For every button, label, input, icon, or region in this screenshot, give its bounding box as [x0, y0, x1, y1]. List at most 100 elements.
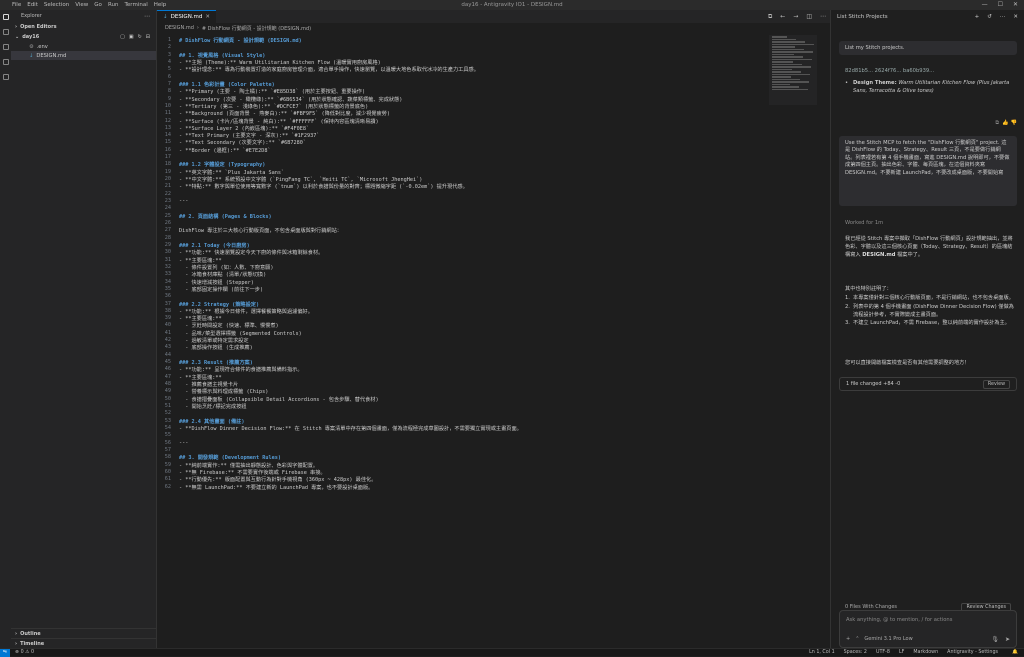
code-line[interactable]: 2 — [157, 44, 767, 51]
code-line[interactable]: 32 - 條件設置列 (如：人數、下廚意願) — [157, 264, 767, 271]
code-line[interactable]: 14 - **Text Primary (主要文字 - 深灰):** `#1F29… — [157, 132, 767, 139]
minimize-icon[interactable]: — — [982, 1, 988, 8]
code-line[interactable]: 50 - 食譜摺疊面板 (Collapsible Detail Accordio… — [157, 396, 767, 403]
thumbs-up-icon[interactable]: 👍 — [1002, 120, 1008, 126]
code-line[interactable]: 36 — [157, 293, 767, 300]
code-line[interactable]: 33 - 冰箱食材庫點 (清單/狀態切換) — [157, 271, 767, 278]
indentation[interactable]: Spaces: 2 — [844, 650, 867, 655]
more-icon[interactable]: ⋯ — [1000, 14, 1006, 20]
code-line[interactable]: 31 - **主要區塊:** — [157, 257, 767, 264]
code-line[interactable]: 11 - **Background (頁面背景 - 燕麥白):** `#FBF9F… — [157, 110, 767, 117]
code-editor[interactable]: 1 # DishFlow 行動網頁 - 設計規範 (DESIGN.md) 2 3 ## … — [157, 35, 767, 648]
code-line[interactable]: 28 — [157, 235, 767, 242]
explorer-icon[interactable] — [2, 14, 9, 20]
run-debug-icon[interactable] — [2, 59, 9, 65]
extensions-icon[interactable] — [2, 74, 9, 80]
code-line[interactable]: 29 ### 2.1 Today (今日廚房) — [157, 242, 767, 249]
refresh-icon[interactable]: ↻ — [138, 34, 142, 40]
code-line[interactable]: 53 ### 2.4 其他畫面 (備註) — [157, 418, 767, 425]
close-icon[interactable]: ✕ — [205, 14, 210, 20]
mic-icon[interactable]: 🎙 — [991, 636, 999, 643]
code-line[interactable]: 58 ## 3. 開發規範 (Development Rules) — [157, 454, 767, 461]
code-line[interactable]: 22 — [157, 191, 767, 198]
code-line[interactable]: 54 - **DishFlow Dinner Decision Flow:** 在… — [157, 425, 767, 432]
code-line[interactable]: 41 - 品味/菜型選擇標籤 (Segmented Controls) — [157, 330, 767, 337]
code-line[interactable]: 3 ## 1. 視覺風格 (Visual Style) — [157, 52, 767, 59]
review-button[interactable]: Review — [982, 379, 1010, 389]
code-line[interactable]: 40 - 烹飪時間設定 (快速、標準、慢慢煮) — [157, 322, 767, 329]
code-line[interactable]: 39 - **主要區塊:** — [157, 315, 767, 322]
menu-item[interactable]: View — [75, 2, 88, 8]
code-line[interactable]: 10 - **Tertiary (第三 - 淺綠色):** `#DCFCE7` (… — [157, 103, 767, 110]
send-icon[interactable]: ➤ — [1005, 636, 1010, 643]
code-line[interactable]: 27 DishFlow 專注於三大核心行動版頁面，不包含桌面版與對行銷網站： — [157, 227, 767, 234]
code-line[interactable]: 21 - **特點:** 數字與單位使用等寬數字 (`tnum`) 以利於食譜與份… — [157, 183, 767, 190]
settings-link[interactable]: Antigravity - Settings — [947, 650, 998, 655]
folder-section[interactable]: ⌄ day16 ▢ ▣ ↻ ⊟ — [11, 32, 156, 42]
eol[interactable]: LF — [899, 650, 904, 655]
response-file-link[interactable]: DESIGN.md — [862, 252, 895, 258]
collapse-icon[interactable]: ⊟ — [146, 34, 150, 40]
code-line[interactable]: 17 — [157, 154, 767, 161]
breadcrumb-file[interactable]: DESIGN.md — [165, 25, 194, 31]
open-editors-section[interactable]: › Open Editors — [11, 22, 156, 32]
thumbs-down-icon[interactable]: 👎 — [1011, 120, 1017, 126]
code-line[interactable]: 18 ### 1.2 字體設定 (Typography) — [157, 161, 767, 168]
code-line[interactable]: 38 - **功能:** 根據今日條件，選擇餐餐策略與過濾偏好。 — [157, 308, 767, 315]
code-line[interactable]: 42 - 過敏清單或特定需求設定 — [157, 337, 767, 344]
code-line[interactable]: 30 - **功能:** 快速瀏覽設定今天下廚的條件與冰箱剩餘食材。 — [157, 249, 767, 256]
language-mode[interactable]: Markdown — [913, 650, 938, 655]
code-line[interactable]: 62 - **無需 LaunchPad:** 不要建立新的 LaunchPad 專… — [157, 484, 767, 491]
tab-design-md[interactable]: ↓ DESIGN.md ✕ — [157, 10, 217, 23]
code-line[interactable]: 5 - **設計理念:** 專為行動裝置打造的家庭廚房管理介面，適合單手操作，快速… — [157, 66, 767, 73]
code-line[interactable]: 26 — [157, 220, 767, 227]
menu-item[interactable]: Edit — [27, 2, 38, 8]
menu-item[interactable]: Go — [94, 2, 102, 8]
file-item-design-md[interactable]: ↓ DESIGN.md — [11, 51, 156, 60]
code-line[interactable]: 19 - **英文字體:** `Plus Jakarta Sans` — [157, 169, 767, 176]
source-control-icon[interactable] — [2, 44, 9, 50]
code-line[interactable]: 51 - 開始烹飪/標記完成按鈕 — [157, 403, 767, 410]
code-line[interactable]: 8 - **Primary (主要 - 陶土橘):** `#E85D38` (用於… — [157, 88, 767, 95]
code-line[interactable]: 1 # DishFlow 行動網頁 - 設計規範 (DESIGN.md) — [157, 37, 767, 44]
code-line[interactable]: 13 - **Surface Layer 2 (內嵌區塊):** `#F4F0E8… — [157, 125, 767, 132]
cursor-position[interactable]: Ln 1, Col 1 — [809, 650, 835, 655]
new-folder-icon[interactable]: ▣ — [129, 34, 134, 40]
go-back-icon[interactable]: ← — [780, 13, 785, 21]
more-icon[interactable]: ⋯ — [144, 13, 150, 20]
plus-icon[interactable]: + — [846, 636, 850, 642]
search-icon[interactable] — [2, 29, 9, 35]
menu-item[interactable]: Run — [108, 2, 119, 8]
code-line[interactable]: 34 - 快速增減按鈕 (Stepper) — [157, 279, 767, 286]
maximize-icon[interactable]: ☐ — [998, 1, 1003, 8]
history-icon[interactable]: ↺ — [987, 14, 992, 20]
code-line[interactable]: 12 - **Surface (卡片/區塊背景 - 純白):** `#FFFFFF… — [157, 118, 767, 125]
menu-item[interactable]: File — [12, 2, 21, 8]
code-line[interactable]: 52 — [157, 410, 767, 417]
code-line[interactable]: 46 - **功能:** 呈現符合條件的食譜推薦與備料指示。 — [157, 366, 767, 373]
code-line[interactable]: 44 — [157, 352, 767, 359]
menu-item[interactable]: Terminal — [124, 2, 147, 8]
chevron-up-icon[interactable]: ⌃ — [855, 636, 859, 642]
code-line[interactable]: 48 - 推薦食譜主視覺卡片 — [157, 381, 767, 388]
menu-item[interactable]: Selection — [44, 2, 69, 8]
code-line[interactable]: 49 - 營養標示與料理成標籤 (Chips) — [157, 388, 767, 395]
worked-for[interactable]: Worked for 1m — [845, 220, 1017, 228]
breadcrumb-heading[interactable]: # DishFlow 行動網頁 - 設計規範 (DESIGN.md) — [202, 25, 311, 32]
code-line[interactable]: 15 - **Text Secondary (次要文字):** `#6B7280` — [157, 139, 767, 146]
new-file-icon[interactable]: ▢ — [120, 34, 125, 40]
split-editor-icon[interactable]: ◫ — [806, 13, 812, 21]
chat-input[interactable]: Ask anything, @ to mention, / for action… — [839, 610, 1017, 648]
menu-item[interactable]: Help — [154, 2, 167, 8]
file-item-env[interactable]: ⚙ .env — [11, 42, 156, 51]
bell-icon[interactable]: 🔔 — [1012, 650, 1018, 655]
code-line[interactable]: 9 - **Secondary (次要 - 橄欖綠):** `#6B6534` (… — [157, 96, 767, 103]
go-forward-icon[interactable]: → — [793, 13, 798, 21]
code-line[interactable]: 16 - **Border (邊框):** `#E7E2D8` — [157, 147, 767, 154]
code-line[interactable]: 45 ### 2.3 Result (推薦方案) — [157, 359, 767, 366]
code-line[interactable]: 55 — [157, 432, 767, 439]
copy-icon[interactable]: ⧉ — [995, 120, 999, 126]
code-line[interactable]: 7 ### 1.1 色彩計畫 (Color Palette) — [157, 81, 767, 88]
code-line[interactable]: 43 - 底部操作按鈕 (生成推薦) — [157, 344, 767, 351]
code-line[interactable]: 61 - **行動優先:** 版面配置與互動行為針對手機視角 (360px ~ 4… — [157, 476, 767, 483]
